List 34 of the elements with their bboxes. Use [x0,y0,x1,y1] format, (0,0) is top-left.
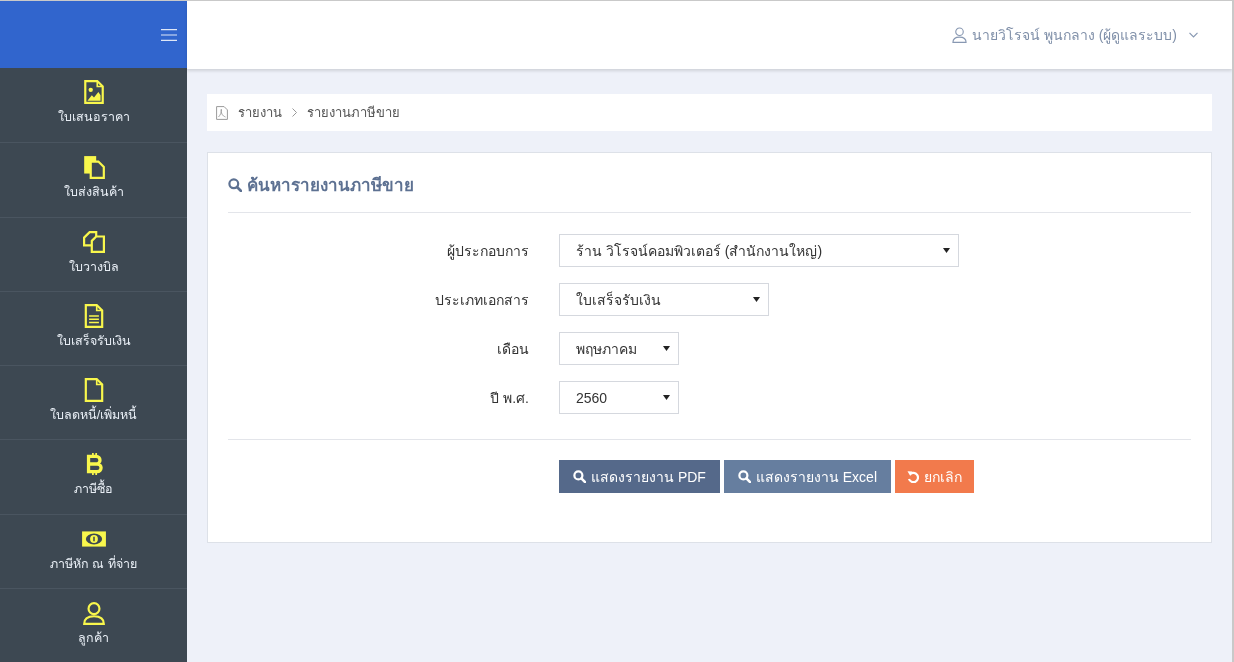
search-icon [737,470,751,483]
undo-icon [907,470,919,483]
field-label: ปี พ.ศ. [489,388,530,408]
sidebar-item[interactable]: ใบเสนอราคา [0,68,187,143]
user-icon [81,600,106,625]
baht-icon [84,452,103,477]
caret-icon [663,395,670,400]
search-icon [228,177,242,192]
field-label: เดือน [496,339,530,359]
file-icon [83,378,104,403]
breadcrumb-link[interactable]: รายงาน [238,102,282,123]
select-field[interactable]: พฤษภาคม [559,332,679,365]
field-label: ประเภทเอกสาร [434,290,530,310]
excel-report-button[interactable]: แสดงรายงาน Excel [723,460,891,493]
breadcrumb-current: รายงานภาษีขาย [307,104,400,122]
chevron-right-icon [292,108,297,117]
caret-icon [663,346,670,351]
select-field[interactable]: ร้าน วิโรจน์คอมพิวเตอร์ (สำนักงานใหญ่) [559,234,959,267]
search-icon [573,470,586,483]
caret-icon [753,297,760,302]
files-icon [82,155,105,180]
document-icon [83,303,104,328]
pdf-report-button[interactable]: แสดงรายงาน PDF [559,460,720,493]
chevron-down-icon [1189,32,1198,38]
image-file-icon [82,80,105,105]
select-field[interactable]: 2560 [559,381,679,414]
copy-icon [82,229,105,254]
user-icon [951,27,967,43]
menu-icon[interactable] [161,28,177,41]
pdf-file-icon [216,105,228,120]
caret-icon [943,248,950,253]
select-field[interactable]: ใบเสร็จรับเงิน [559,283,769,316]
panel-title: ค้นหารายงานภาษีขาย [247,175,414,197]
field-label: ผู้ประกอบการ [446,241,530,262]
